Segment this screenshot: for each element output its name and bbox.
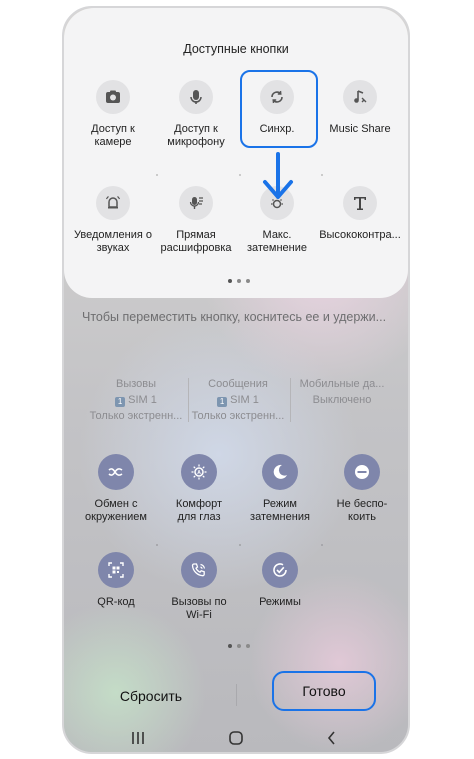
sim-status-messages: Сообщения 1 SIM 1 Только экстренн... xyxy=(188,376,288,424)
done-button[interactable]: Готово xyxy=(272,671,376,711)
separator-dot xyxy=(156,544,158,546)
sim-badge: 1 xyxy=(217,397,228,407)
separator-dot xyxy=(156,174,158,176)
panel-page-indicator xyxy=(228,279,250,283)
quick-settings-page-indicator xyxy=(228,644,250,648)
separator-dot xyxy=(321,174,323,176)
svg-text:A: A xyxy=(197,470,201,476)
home-icon[interactable] xyxy=(226,730,246,746)
wifi-calling-label: Вызовы по Wi-Fi xyxy=(171,596,227,621)
available-button-high-contrast[interactable]: Высококонтра... xyxy=(315,186,405,242)
available-button-camera-access[interactable]: Доступ к камере xyxy=(68,80,158,149)
separator-dot xyxy=(239,174,241,176)
quick-setting-qr-code[interactable]: QR-код xyxy=(68,552,164,609)
back-icon[interactable] xyxy=(322,730,342,746)
qr-code-label: QR-код xyxy=(97,596,135,608)
sim-status-mobile-data: Мобильные да... Выключено xyxy=(292,376,392,408)
nearby-share-icon xyxy=(98,454,134,490)
eye-comfort-icon: A xyxy=(181,454,217,490)
reset-button[interactable]: Сбросить xyxy=(86,676,216,716)
sim-calls-status: Только экстренн... xyxy=(89,410,183,422)
high-contrast-text-icon xyxy=(343,186,377,220)
music-share-icon xyxy=(343,80,377,114)
sync-highlight-frame xyxy=(240,70,318,148)
sim-status-calls: Вызовы 1 SIM 1 Только экстренн... xyxy=(86,376,186,424)
sim-calls-title: Вызовы xyxy=(115,378,157,390)
available-button-music-share[interactable]: Music Share xyxy=(315,80,405,136)
nearby-share-label: Обмен с окружением xyxy=(85,498,147,523)
available-button-sound-notifications[interactable]: Уведомления о звуках xyxy=(68,186,158,255)
live-transcribe-label: Прямая расшифровка xyxy=(160,229,232,254)
available-button-live-transcribe[interactable]: Прямая расшифровка xyxy=(151,186,241,255)
wifi-calling-icon xyxy=(181,552,217,588)
sim-messages-title: Сообщения xyxy=(208,378,268,390)
sim-mobile-data-status: Выключено xyxy=(312,394,372,406)
button-divider xyxy=(236,684,237,706)
phone-frame: Доступные кнопки Доступ к камере Доступ … xyxy=(62,6,410,754)
navigation-bar xyxy=(64,720,408,752)
modes-label: Режимы xyxy=(259,596,301,608)
separator-dot xyxy=(321,544,323,546)
quick-setting-nearby-share[interactable]: Обмен с окружением xyxy=(68,454,164,524)
quick-setting-modes[interactable]: Режимы xyxy=(232,552,328,609)
sim-calls-sim: SIM 1 xyxy=(128,394,157,406)
modes-icon xyxy=(262,552,298,588)
do-not-disturb-label: Не беспо- коить xyxy=(336,498,388,523)
sim-messages-status: Только экстренн... xyxy=(191,410,285,422)
microphone-access-label: Доступ к микрофону xyxy=(167,123,225,148)
sim-messages-sim: SIM 1 xyxy=(230,394,259,406)
qr-code-icon xyxy=(98,552,134,588)
dark-mode-label: Режим затемнения xyxy=(250,498,310,523)
panel-title: Доступные кнопки xyxy=(183,42,289,56)
do-not-disturb-icon xyxy=(344,454,380,490)
eye-comfort-label: Комфорт для глаз xyxy=(175,498,223,523)
live-transcribe-icon xyxy=(179,186,213,220)
music-share-label: Music Share xyxy=(329,123,391,135)
microphone-icon xyxy=(179,80,213,114)
available-buttons-panel: Доступные кнопки Доступ к камере Доступ … xyxy=(64,8,408,298)
drag-arrow-icon xyxy=(263,152,293,199)
high-contrast-label: Высококонтра... xyxy=(319,229,401,241)
camera-access-label: Доступ к камере xyxy=(91,123,135,148)
hint-text: Чтобы переместить кнопку, коснитесь ее и… xyxy=(82,310,387,324)
camera-icon xyxy=(96,80,130,114)
dark-mode-icon xyxy=(262,454,298,490)
recent-apps-icon[interactable] xyxy=(128,730,148,746)
available-button-microphone-access[interactable]: Доступ к микрофону xyxy=(151,80,241,149)
sim-badge: 1 xyxy=(115,397,126,407)
sim-mobile-data-title: Мобильные да... xyxy=(299,378,385,390)
sound-notifications-label: Уведомления о звуках xyxy=(74,229,152,254)
extra-dim-label: Макс. затемнение xyxy=(246,229,308,254)
separator-dot xyxy=(239,544,241,546)
quick-setting-do-not-disturb[interactable]: Не беспо- коить xyxy=(314,454,408,524)
sim-divider xyxy=(290,378,291,422)
sound-notification-icon xyxy=(96,186,130,220)
